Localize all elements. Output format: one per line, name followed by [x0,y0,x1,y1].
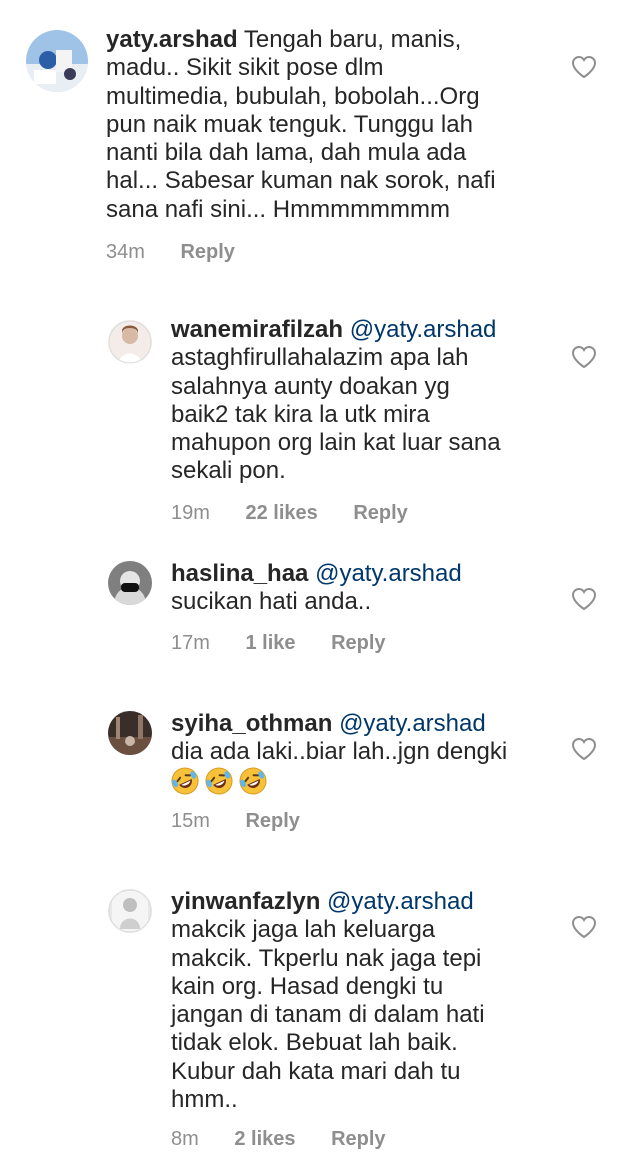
comment-body: astaghfirullahalazim apa lah salahnya au… [171,344,501,485]
mention-link[interactable]: @yaty.arshad [339,710,486,737]
likes-count[interactable]: 1 like [245,631,295,655]
reply-button[interactable]: Reply [353,501,407,525]
comment-meta: 17m 1 like Reply [171,631,386,655]
comment-username[interactable]: yinwanfazlyn [171,888,320,915]
rolling-on-floor-laughing-emoji [205,767,233,795]
comment-text: yaty.arshad Tengah baru, manis, madu.. S… [106,26,576,224]
comment-body: Tengah baru, manis, madu.. Sikit sikit p… [106,26,496,223]
emoji-row [170,766,268,796]
heart-outline-icon[interactable] [571,345,597,369]
avatar[interactable] [108,320,152,364]
comment-meta: 34m Reply [106,240,235,264]
rolling-on-floor-laughing-emoji [171,767,199,795]
comment-body: sucikan hati anda.. [171,588,372,616]
comment-text: syiha_othman @yaty.arshad dia ada laki..… [171,710,571,767]
avatar[interactable] [108,561,152,605]
mention-link[interactable]: @yaty.arshad [315,560,462,587]
comment-time: 19m [171,502,210,524]
mention-link[interactable]: @yaty.arshad [350,316,497,343]
comment-body: dia ada laki..biar lah..jgn dengki [171,738,508,766]
comment-username[interactable]: wanemirafilzah [171,316,343,343]
rolling-on-floor-laughing-emoji [239,767,267,795]
comment-username[interactable]: syiha_othman [171,710,332,737]
comment-time: 8m [171,1128,199,1150]
heart-outline-icon[interactable] [571,55,597,79]
likes-count[interactable]: 2 likes [234,1127,295,1151]
avatar[interactable] [108,889,152,933]
heart-outline-icon[interactable] [571,915,597,939]
reply-button[interactable]: Reply [331,1127,385,1151]
mention-link[interactable]: @yaty.arshad [327,888,474,915]
comment-username[interactable]: haslina_haa [171,560,308,587]
comment-meta: 15m Reply [171,809,300,833]
reply-button[interactable]: Reply [180,240,234,264]
comment-time: 15m [171,810,210,832]
comment-meta: 8m 2 likes Reply [171,1127,386,1151]
comment-body: makcik jaga lah keluarga makcik. Tkperlu… [171,916,485,1114]
heart-outline-icon[interactable] [571,587,597,611]
comment-text: haslina_haa @yaty.arshad sucikan hati an… [171,560,571,617]
avatar[interactable] [26,30,88,92]
reply-button[interactable]: Reply [331,631,385,655]
likes-count[interactable]: 22 likes [245,501,317,525]
avatar[interactable] [108,711,152,755]
comment-text: yinwanfazlyn @yaty.arshad makcik jaga la… [171,888,571,1114]
comment-time: 34m [106,241,145,263]
heart-outline-icon[interactable] [571,737,597,761]
comment-username[interactable]: yaty.arshad [106,26,238,53]
reply-button[interactable]: Reply [245,809,299,833]
comment-text: wanemirafilzah @yaty.arshad astaghfirull… [171,316,571,486]
comment-meta: 19m 22 likes Reply [171,501,408,525]
comment-time: 17m [171,632,210,654]
